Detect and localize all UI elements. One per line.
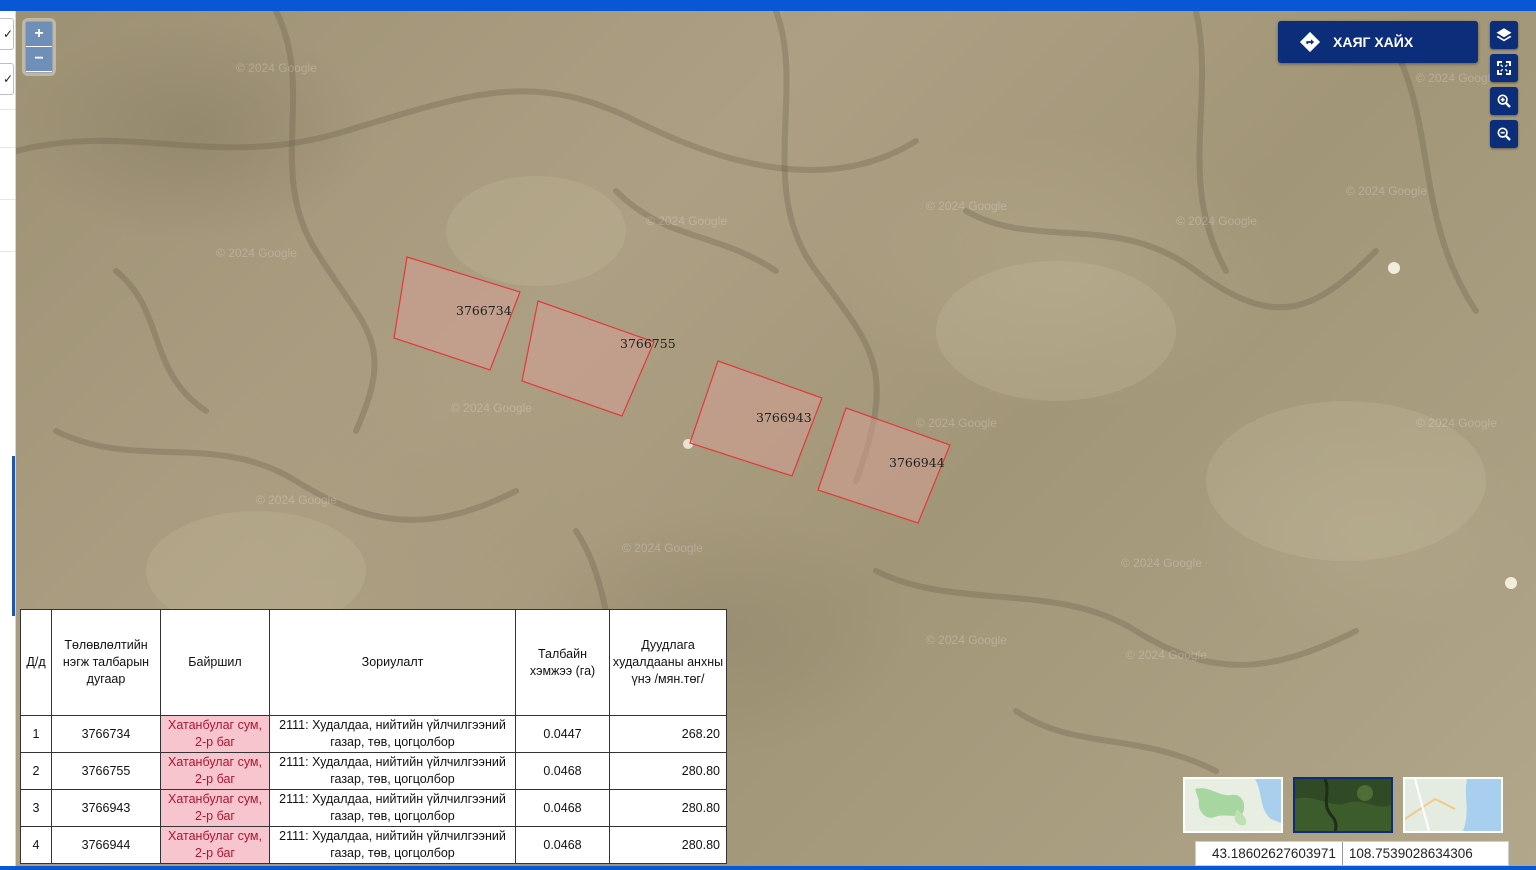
- table-row[interactable]: 4 3766944 Хатанбулаг сум, 2-р баг 2111: …: [20, 826, 727, 864]
- table-row[interactable]: 3 3766943 Хатанбулаг сум, 2-р баг 2111: …: [20, 789, 727, 827]
- divider: [0, 109, 15, 110]
- cell-no: 1: [20, 715, 52, 753]
- left-panel: ✓ ✓: [0, 11, 16, 870]
- basemap-option-street[interactable]: [1403, 777, 1503, 833]
- coordinate-readout: 43.18602627603971 108.7539028634306: [1195, 841, 1509, 866]
- fullscreen-button[interactable]: [1490, 54, 1518, 82]
- header-price: Дуудлага худалдааны анхны үнэ /мян.төг/: [609, 609, 727, 716]
- zoom-out-icon: [1497, 127, 1511, 141]
- basemap-option-satellite[interactable]: [1293, 777, 1393, 833]
- address-search-button[interactable]: ХАЯГ ХАЙХ: [1278, 21, 1478, 63]
- cell-price: 280.80: [609, 789, 727, 827]
- parcel-3766734[interactable]: 3766734: [393, 256, 521, 371]
- bottom-bar: [0, 866, 1536, 870]
- parcel-3766944[interactable]: 3766944: [817, 407, 951, 524]
- cell-area: 0.0468: [515, 752, 610, 790]
- cell-price: 280.80: [609, 752, 727, 790]
- table-row[interactable]: 2 3766755 Хатанбулаг сум, 2-р баг 2111: …: [20, 752, 727, 790]
- terrain-map-thumbnail: [1185, 779, 1281, 831]
- left-panel-scrollbar[interactable]: [12, 456, 15, 616]
- header-area: Талбайн хэмжээ (га): [515, 609, 610, 716]
- table-row[interactable]: 1 3766734 Хатанбулаг сум, 2-р баг 2111: …: [20, 715, 727, 753]
- header-parcel-number: Төлөвлөлтийн нэгж талбарын дугаар: [51, 609, 161, 716]
- cell-area: 0.0447: [515, 715, 610, 753]
- parcel-label: 3766944: [889, 455, 945, 470]
- filter-select-2[interactable]: ✓: [0, 63, 14, 95]
- latitude-value: 43.18602627603971: [1212, 846, 1336, 861]
- zoom-out-tool-button[interactable]: [1490, 120, 1518, 148]
- parcel-3766943[interactable]: 3766943: [689, 360, 823, 477]
- cell-location: Хатанбулаг сум, 2-р баг: [160, 789, 270, 827]
- divider: [0, 251, 15, 252]
- cell-purpose: 2111: Худалдаа, нийтийн үйлчилгээний газ…: [269, 826, 516, 864]
- cell-parcel: 3766944: [51, 826, 161, 864]
- divider: [0, 199, 15, 200]
- cell-location: Хатанбулаг сум, 2-р баг: [160, 715, 270, 753]
- parcel-label: 3766734: [456, 303, 512, 318]
- cell-no: 4: [20, 826, 52, 864]
- satellite-map-thumbnail: [1295, 779, 1391, 831]
- directions-icon: [1299, 31, 1321, 53]
- cell-purpose: 2111: Худалдаа, нийтийн үйлчилгээний газ…: [269, 789, 516, 827]
- zoom-in-button[interactable]: +: [26, 22, 52, 47]
- header-location: Байршил: [160, 609, 270, 716]
- layers-button[interactable]: [1490, 21, 1518, 49]
- zoom-out-button[interactable]: −: [26, 47, 52, 72]
- longitude-value: 108.7539028634306: [1348, 846, 1473, 861]
- filter-select-1[interactable]: ✓: [0, 18, 14, 50]
- layers-icon: [1496, 28, 1512, 42]
- cell-parcel: 3766943: [51, 789, 161, 827]
- cell-location: Хатанбулаг сум, 2-р баг: [160, 826, 270, 864]
- cell-area: 0.0468: [515, 826, 610, 864]
- zoom-in-tool-button[interactable]: [1490, 87, 1518, 115]
- zoom-control: + −: [25, 21, 53, 73]
- address-search-label: ХАЯГ ХАЙХ: [1333, 34, 1414, 50]
- parcel-table: Д/д Төлөвлөлтийн нэгж талбарын дугаар Ба…: [20, 609, 727, 864]
- cell-parcel: 3766734: [51, 715, 161, 753]
- parcel-3766755[interactable]: 3766755: [521, 300, 676, 417]
- cell-parcel: 3766755: [51, 752, 161, 790]
- divider: [0, 147, 15, 148]
- cell-no: 2: [20, 752, 52, 790]
- fullscreen-icon: [1497, 61, 1511, 75]
- street-map-thumbnail: [1405, 779, 1501, 831]
- top-bar: [0, 0, 1536, 11]
- cell-purpose: 2111: Худалдаа, нийтийн үйлчилгээний газ…: [269, 715, 516, 753]
- header-no: Д/д: [20, 609, 52, 716]
- cell-price: 268.20: [609, 715, 727, 753]
- cell-price: 280.80: [609, 826, 727, 864]
- header-purpose: Зориулалт: [269, 609, 516, 716]
- cell-area: 0.0468: [515, 789, 610, 827]
- cell-no: 3: [20, 789, 52, 827]
- basemap-option-terrain[interactable]: [1183, 777, 1283, 833]
- parcel-label: 3766755: [620, 336, 676, 351]
- zoom-in-icon: [1497, 94, 1511, 108]
- cell-purpose: 2111: Худалдаа, нийтийн үйлчилгээний газ…: [269, 752, 516, 790]
- cell-location: Хатанбулаг сум, 2-р баг: [160, 752, 270, 790]
- table-header-row: Д/д Төлөвлөлтийн нэгж талбарын дугаар Ба…: [20, 609, 727, 716]
- parcel-label: 3766943: [756, 410, 812, 425]
